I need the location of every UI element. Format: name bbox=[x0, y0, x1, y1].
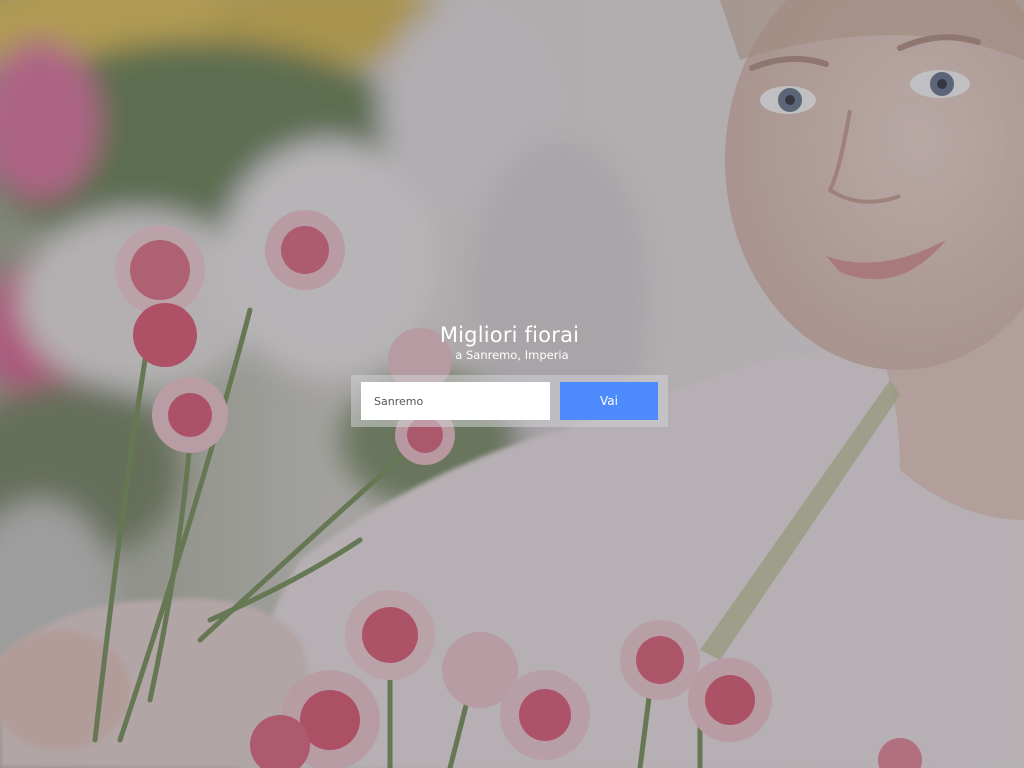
go-button[interactable]: Vai bbox=[560, 382, 658, 420]
headline: Migliori fiorai a Sanremo, Imperia bbox=[0, 322, 1024, 362]
hero-section: Migliori fiorai a Sanremo, Imperia Vai bbox=[0, 0, 1024, 768]
location-subtitle: a Sanremo, Imperia bbox=[455, 348, 569, 362]
page-title: Migliori fiorai bbox=[439, 323, 580, 347]
location-search-input[interactable] bbox=[361, 382, 550, 420]
search-form: Vai bbox=[351, 375, 668, 427]
